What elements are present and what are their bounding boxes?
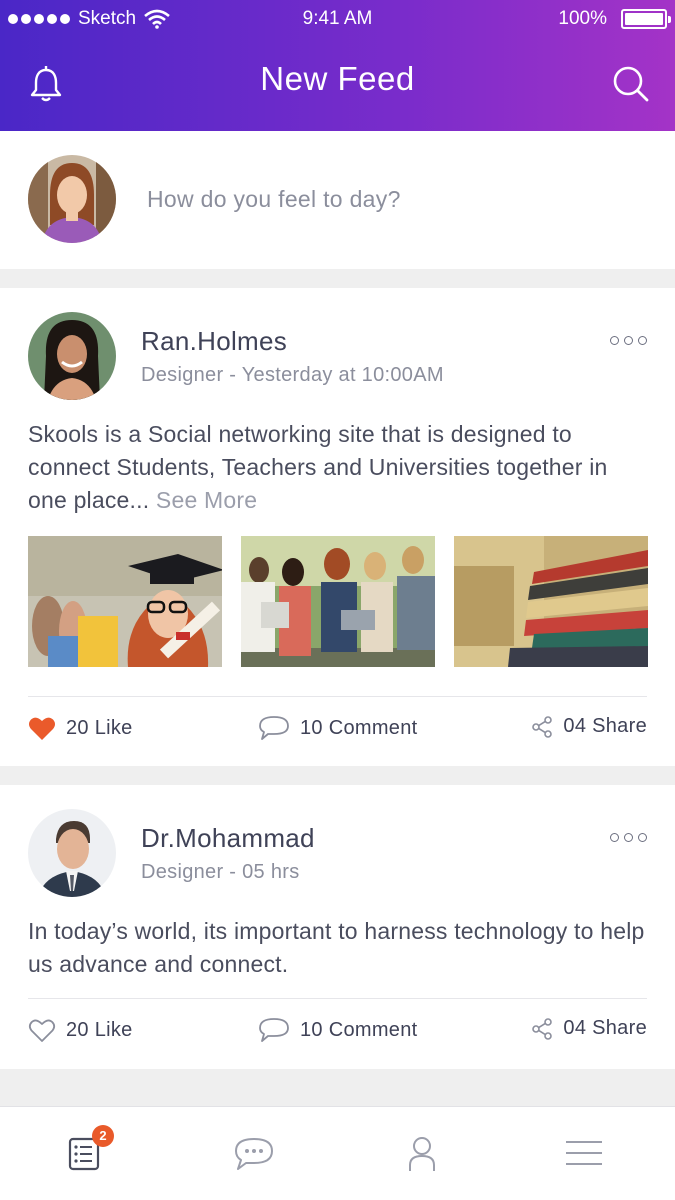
- tab-profile[interactable]: [402, 1133, 442, 1173]
- like-count: 20 Like: [66, 1018, 133, 1041]
- feed-post: Dr.Mohammad Designer - 05 hrs In today’s…: [0, 785, 675, 1069]
- post-actions: 20 Like 10 Comment 04 Share: [28, 715, 647, 747]
- heart-filled-icon: [29, 717, 55, 740]
- author-avatar[interactable]: [28, 809, 116, 897]
- like-count: 20 Like: [66, 716, 133, 739]
- comment-icon: [259, 1018, 289, 1042]
- battery-percent: 100%: [558, 8, 607, 29]
- like-button[interactable]: 20 Like: [28, 715, 133, 741]
- app-header: Sketch 9:41 AM 100% New Feed: [0, 0, 675, 131]
- share-icon: [532, 1017, 553, 1040]
- post-meta: Designer - Yesterday at 10:00AM: [141, 364, 444, 386]
- share-button[interactable]: 04 Share: [531, 1017, 647, 1040]
- graduate-photo[interactable]: [28, 536, 222, 667]
- more-options-icon[interactable]: [610, 336, 647, 345]
- search-icon[interactable]: [611, 64, 651, 104]
- share-icon: [532, 715, 553, 738]
- bottom-tab-bar: 2: [0, 1106, 675, 1200]
- post-body: Skools is a Social networking site that …: [28, 421, 608, 513]
- tab-menu[interactable]: [564, 1133, 604, 1173]
- books-photo[interactable]: [454, 536, 648, 667]
- composer-input[interactable]: How do you feel to day?: [147, 186, 401, 213]
- more-options-icon[interactable]: [610, 833, 647, 842]
- menu-icon: [566, 1141, 602, 1165]
- feed-post: Ran.Holmes Designer - Yesterday at 10:00…: [0, 288, 675, 766]
- divider: [28, 998, 647, 999]
- status-composer[interactable]: How do you feel to day?: [0, 131, 675, 269]
- comment-icon: [259, 716, 289, 740]
- author-avatar[interactable]: [28, 312, 116, 400]
- divider: [28, 696, 647, 697]
- share-count: 04 Share: [563, 715, 647, 737]
- comment-count: 10 Comment: [300, 1018, 418, 1041]
- author-name[interactable]: Ran.Holmes: [141, 326, 287, 357]
- post-text: Skools is a Social networking site that …: [28, 418, 647, 517]
- see-more-link[interactable]: See More: [156, 487, 257, 513]
- post-body: In today’s world, its important to harne…: [28, 918, 645, 977]
- status-bar: Sketch 9:41 AM 100%: [0, 0, 675, 38]
- battery-icon: [621, 9, 671, 29]
- comment-button[interactable]: 10 Comment: [258, 1017, 418, 1043]
- tab-messages[interactable]: [232, 1133, 273, 1173]
- share-button[interactable]: 04 Share: [531, 715, 647, 738]
- students-photo[interactable]: [241, 536, 435, 667]
- post-actions: 20 Like 10 Comment 04 Share: [28, 1017, 647, 1049]
- notification-badge: 2: [92, 1125, 114, 1147]
- post-text: In today’s world, its important to harne…: [28, 915, 647, 981]
- comment-count: 10 Comment: [300, 716, 418, 739]
- page-title: New Feed: [260, 60, 415, 97]
- share-count: 04 Share: [563, 1017, 647, 1039]
- like-button[interactable]: 20 Like: [28, 1017, 133, 1043]
- comment-button[interactable]: 10 Comment: [258, 715, 418, 741]
- chat-icon: [235, 1138, 273, 1170]
- post-meta: Designer - 05 hrs: [141, 861, 300, 883]
- author-name[interactable]: Dr.Mohammad: [141, 823, 315, 854]
- tab-feed[interactable]: 2: [64, 1125, 114, 1173]
- user-avatar[interactable]: [28, 155, 116, 243]
- heart-outline-icon: [28, 1019, 56, 1042]
- post-photos: [28, 536, 648, 667]
- profile-icon: [409, 1137, 435, 1171]
